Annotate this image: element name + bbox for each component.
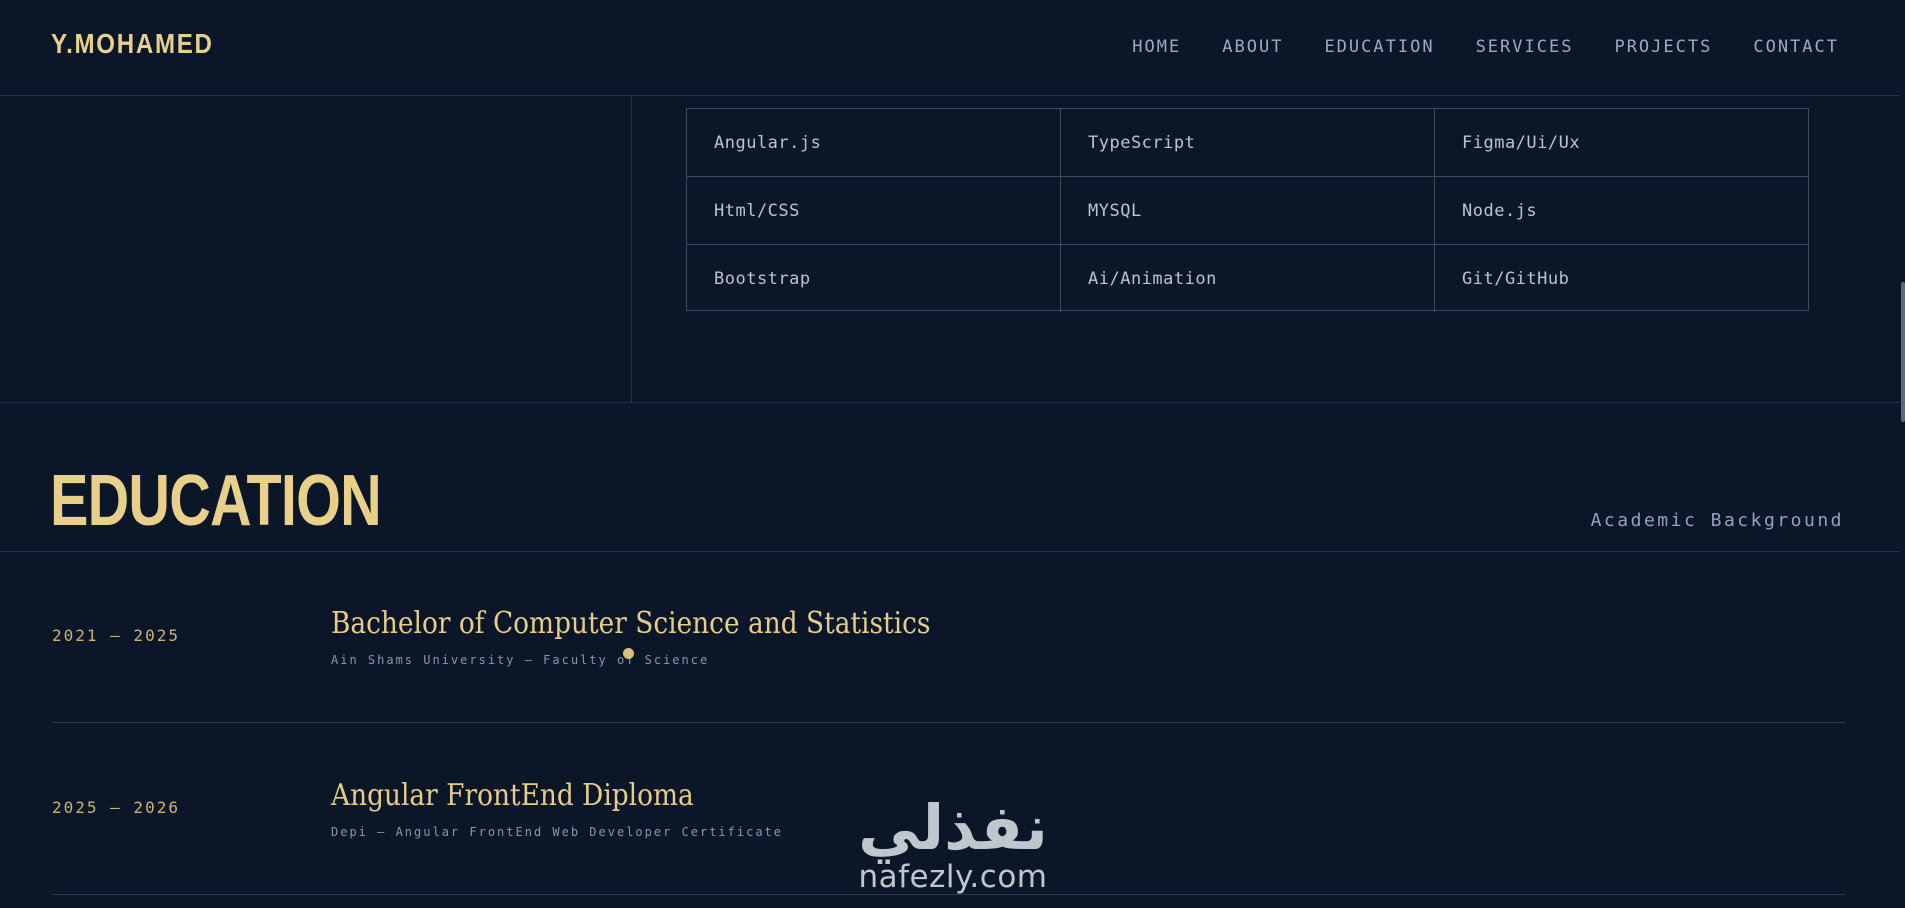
watermark-url: nafezly.com xyxy=(858,859,1048,895)
skill-cell: TypeScript xyxy=(1061,109,1435,177)
site-header: Y.MOHAMED HOME ABOUT EDUCATION SERVICES … xyxy=(0,0,1900,96)
education-degree: Bachelor of Computer Science and Statist… xyxy=(331,606,931,641)
watermark-logo: نفذلي nafezly.com xyxy=(846,791,1060,895)
portfolio-page: Y.MOHAMED HOME ABOUT EDUCATION SERVICES … xyxy=(0,0,1905,908)
education-institution: Ain Shams University — Faculty of Scienc… xyxy=(331,653,710,667)
skill-cell: Ai/Animation xyxy=(1061,245,1435,312)
education-subtitle: Academic Background xyxy=(1590,510,1844,531)
nav-about[interactable]: ABOUT xyxy=(1222,37,1283,57)
page-scrollbar[interactable] xyxy=(1900,0,1905,908)
skill-cell: Bootstrap xyxy=(687,245,1061,312)
education-divider xyxy=(0,551,1900,552)
section-divider xyxy=(0,402,1900,403)
education-heading: EDUCATION xyxy=(50,461,382,541)
skill-cell: Git/GitHub xyxy=(1462,268,1570,289)
nav-projects[interactable]: PROJECTS xyxy=(1614,37,1712,57)
education-institution: Depi — Angular FrontEnd Web Developer Ce… xyxy=(331,825,784,839)
nav-services[interactable]: SERVICES xyxy=(1476,37,1574,57)
custom-cursor-dot xyxy=(623,648,634,659)
nav-home[interactable]: HOME xyxy=(1132,37,1181,57)
entry-divider xyxy=(52,722,1845,723)
scrollbar-thumb[interactable] xyxy=(1901,282,1905,422)
education-years: 2025 — 2026 xyxy=(52,798,180,817)
watermark-arabic: نفذلي xyxy=(858,791,1048,864)
nav-contact[interactable]: CONTACT xyxy=(1753,37,1839,57)
skills-table: Angular.js TypeScript Figma/Ui/Ux Html/C… xyxy=(686,108,1809,312)
skill-cell: Angular.js xyxy=(687,109,1061,177)
skill-cell: Node.js xyxy=(1435,177,1808,245)
column-divider xyxy=(631,96,632,402)
skill-cell: MYSQL xyxy=(1061,177,1435,245)
education-years: 2021 — 2025 xyxy=(52,626,180,645)
skill-cell: Figma/Ui/Ux xyxy=(1435,109,1808,177)
skill-cell: Html/CSS xyxy=(687,177,1061,245)
main-nav: HOME ABOUT EDUCATION SERVICES PROJECTS C… xyxy=(1132,37,1839,57)
nav-education[interactable]: EDUCATION xyxy=(1324,37,1434,57)
site-logo[interactable]: Y.MOHAMED xyxy=(51,28,214,60)
education-degree: Angular FrontEnd Diploma xyxy=(331,778,694,813)
